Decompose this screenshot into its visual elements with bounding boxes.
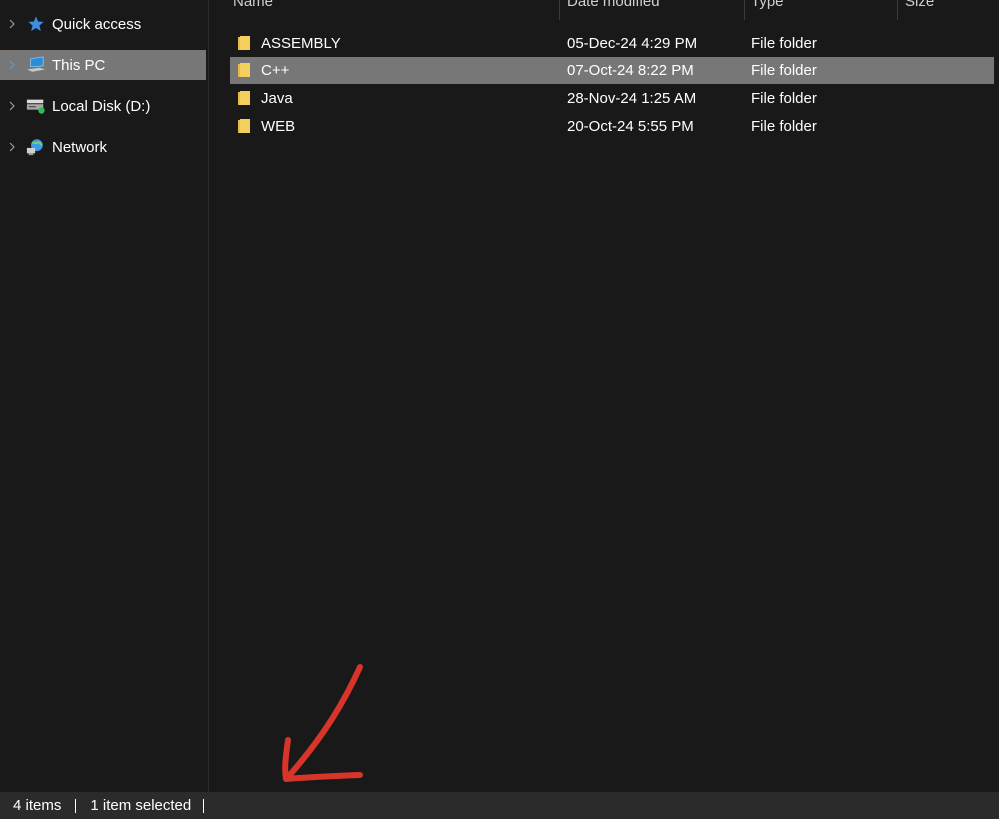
column-header-type[interactable]: Type <box>751 0 891 20</box>
sidebar-item-label: Quick access <box>52 15 142 33</box>
sidebar-item-label: Local Disk (D:) <box>52 97 151 115</box>
sidebar-item-label: This PC <box>52 56 106 74</box>
star-icon <box>26 14 46 34</box>
file-explorer-window: Quick access This PC Local Disk (D:) Net… <box>0 0 999 819</box>
file-date-modified: 07-Oct-24 8:22 PM <box>567 62 694 79</box>
column-header-label: Date modified <box>567 0 660 10</box>
status-item-count: 4 items <box>13 797 62 814</box>
folder-icon <box>238 91 250 105</box>
status-divider <box>75 798 77 813</box>
file-row-java[interactable]: Java 28-Nov-24 1:25 AM File folder <box>230 85 994 112</box>
column-header-label: Name <box>233 0 274 10</box>
computer-icon <box>26 55 46 75</box>
sidebar-item-local-disk-d[interactable]: Local Disk (D:) <box>0 91 206 121</box>
file-list-pane: Name Date modified Type Size ASSEMBLY 05… <box>209 0 999 792</box>
sidebar-item-quick-access[interactable]: Quick access <box>0 9 206 39</box>
column-header-label: Type <box>751 0 784 10</box>
sidebar-item-label: Network <box>52 138 108 156</box>
file-row-cpp[interactable]: C++ 07-Oct-24 8:22 PM File folder <box>230 57 994 84</box>
column-divider[interactable] <box>559 0 560 20</box>
file-name: ASSEMBLY <box>261 35 341 52</box>
chevron-right-icon[interactable] <box>0 101 24 111</box>
chevron-right-icon[interactable] <box>0 142 24 152</box>
file-name: Java <box>261 90 293 107</box>
file-date-modified: 05-Dec-24 4:29 PM <box>567 35 698 52</box>
column-header-label: Size <box>905 0 935 10</box>
column-header-date-modified[interactable]: Date modified <box>567 0 737 20</box>
file-name: C++ <box>261 62 290 79</box>
chevron-right-icon[interactable] <box>0 19 24 29</box>
file-name: WEB <box>261 118 296 135</box>
folder-icon <box>238 119 250 133</box>
status-bar: 4 items 1 item selected <box>0 792 999 819</box>
folder-icon <box>238 63 250 77</box>
status-divider <box>203 798 205 813</box>
navigation-pane: Quick access This PC Local Disk (D:) Net… <box>0 0 209 792</box>
column-divider[interactable] <box>744 0 745 20</box>
drive-icon <box>26 96 46 116</box>
file-type: File folder <box>751 118 817 135</box>
column-divider[interactable] <box>897 0 898 20</box>
status-selection-count: 1 item selected <box>90 797 192 814</box>
file-date-modified: 20-Oct-24 5:55 PM <box>567 118 694 135</box>
column-header-name[interactable]: Name <box>233 0 553 20</box>
file-date-modified: 28-Nov-24 1:25 AM <box>567 90 697 107</box>
file-row-assembly[interactable]: ASSEMBLY 05-Dec-24 4:29 PM File folder <box>230 30 994 57</box>
sidebar-item-this-pc[interactable]: This PC <box>0 50 206 80</box>
network-icon <box>26 137 46 157</box>
folder-icon <box>238 36 250 50</box>
file-type: File folder <box>751 35 817 52</box>
file-type: File folder <box>751 90 817 107</box>
file-row-web[interactable]: WEB 20-Oct-24 5:55 PM File folder <box>230 113 994 140</box>
sidebar-item-network[interactable]: Network <box>0 132 206 162</box>
column-header-size[interactable]: Size <box>905 0 995 20</box>
file-type: File folder <box>751 62 817 79</box>
chevron-right-icon[interactable] <box>0 60 24 70</box>
